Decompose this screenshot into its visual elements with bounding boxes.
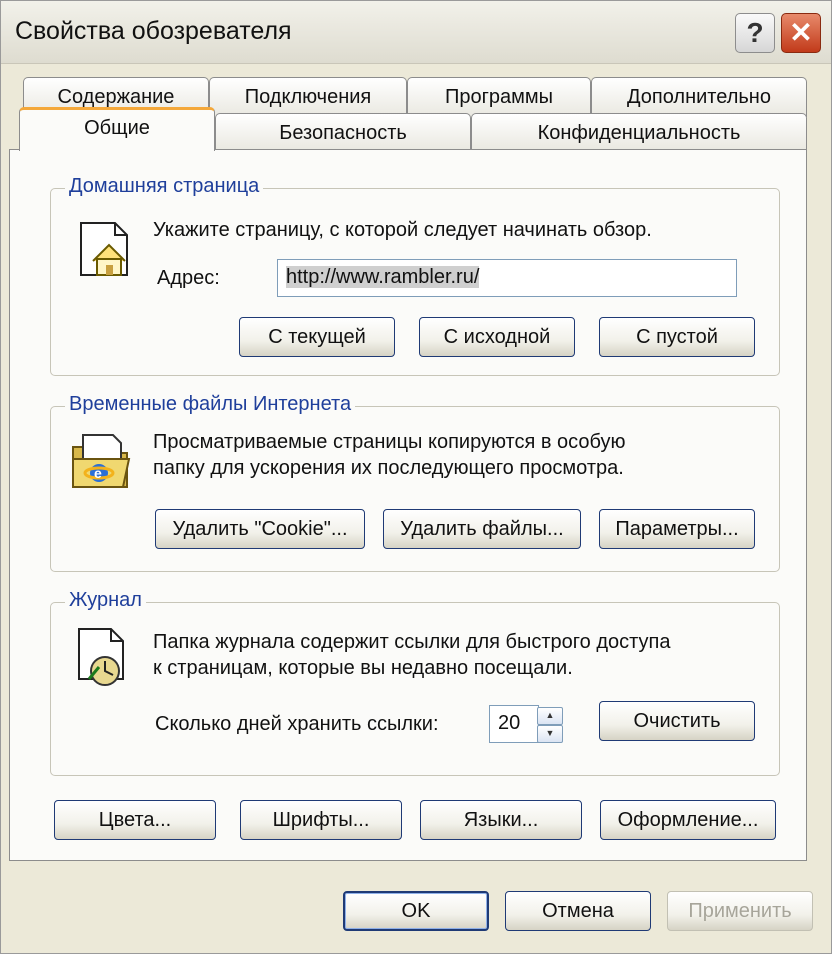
history-group: Журнал Папка журнала содержит ссылки для… xyxy=(50,589,780,776)
address-label: Адрес: xyxy=(157,267,220,289)
apply-button[interactable]: Применить xyxy=(667,891,813,931)
ok-button[interactable]: OK xyxy=(343,891,489,931)
dialog-window: Свойства обозревателя ? ✕ Содержание Под… xyxy=(0,0,832,954)
temp-files-legend: Временные файлы Интернета xyxy=(65,393,356,416)
tab-connections[interactable]: Подключения xyxy=(209,77,407,117)
tab-advanced[interactable]: Дополнительно xyxy=(591,77,807,117)
history-line2: к страницам, которые вы недавно посещали… xyxy=(153,657,573,679)
days-label: Сколько дней хранить ссылки: xyxy=(155,713,439,735)
home-page-hint: Укажите страницу, с которой следует начи… xyxy=(153,219,652,241)
close-icon: ✕ xyxy=(789,17,813,48)
home-page-group: Домашняя страница Укажите страницу, с ко… xyxy=(50,175,780,376)
days-field[interactable]: 20 xyxy=(489,705,539,743)
address-value: http://www.rambler.ru/ xyxy=(286,266,480,288)
days-spinner[interactable]: ▲ ▼ xyxy=(537,707,563,743)
colors-button[interactable]: Цвета... xyxy=(54,800,216,840)
tab-label: Дополнительно xyxy=(627,86,771,108)
history-legend: Журнал xyxy=(65,589,146,612)
svg-text:e: e xyxy=(94,465,102,481)
tab-programs[interactable]: Программы xyxy=(407,77,591,117)
fonts-button[interactable]: Шрифты... xyxy=(240,800,402,840)
tab-label: Подключения xyxy=(244,86,372,108)
accessibility-button[interactable]: Оформление... xyxy=(600,800,776,840)
home-page-legend: Домашняя страница xyxy=(65,175,264,198)
temp-files-line2: папку для ускорения их последующего прос… xyxy=(153,457,624,479)
title-bar: Свойства обозревателя ? ✕ xyxy=(1,1,831,64)
tab-general[interactable]: Общие xyxy=(19,107,215,151)
use-blank-button[interactable]: С пустой xyxy=(599,317,755,357)
languages-button[interactable]: Языки... xyxy=(420,800,582,840)
help-icon: ? xyxy=(746,17,764,48)
delete-files-button[interactable]: Удалить файлы... xyxy=(383,509,581,549)
close-button[interactable]: ✕ xyxy=(781,13,821,53)
help-button[interactable]: ? xyxy=(735,13,775,53)
spin-down-icon[interactable]: ▼ xyxy=(537,725,563,743)
temp-settings-button[interactable]: Параметры... xyxy=(599,509,755,549)
tab-label: Программы xyxy=(444,86,554,108)
temp-files-group: Временные файлы Интернета e Просматривае… xyxy=(50,393,780,572)
tab-label: Безопасность xyxy=(279,122,407,144)
address-field[interactable]: http://www.rambler.ru/ xyxy=(277,259,737,297)
spin-up-icon[interactable]: ▲ xyxy=(537,707,563,725)
window-title: Свойства обозревателя xyxy=(15,17,292,45)
tab-label: Конфиденциальность xyxy=(537,122,741,144)
folder-ie-icon: e xyxy=(72,434,131,488)
tab-panel-general: Домашняя страница Укажите страницу, с ко… xyxy=(9,149,807,861)
history-line1: Папка журнала содержит ссылки для быстро… xyxy=(153,631,671,653)
use-default-button[interactable]: С исходной xyxy=(419,317,575,357)
use-current-button[interactable]: С текущей xyxy=(239,317,395,357)
tab-security[interactable]: Безопасность xyxy=(215,113,471,151)
delete-cookies-button[interactable]: Удалить "Cookie"... xyxy=(155,509,365,549)
history-clock-icon xyxy=(78,628,124,686)
cancel-button[interactable]: Отмена xyxy=(505,891,651,931)
tab-privacy[interactable]: Конфиденциальность xyxy=(471,113,807,151)
temp-files-line1: Просматриваемые страницы копируются в ос… xyxy=(153,431,626,453)
home-page-icon xyxy=(80,222,128,276)
tab-label: Общие xyxy=(84,117,150,139)
clear-history-button[interactable]: Очистить xyxy=(599,701,755,741)
